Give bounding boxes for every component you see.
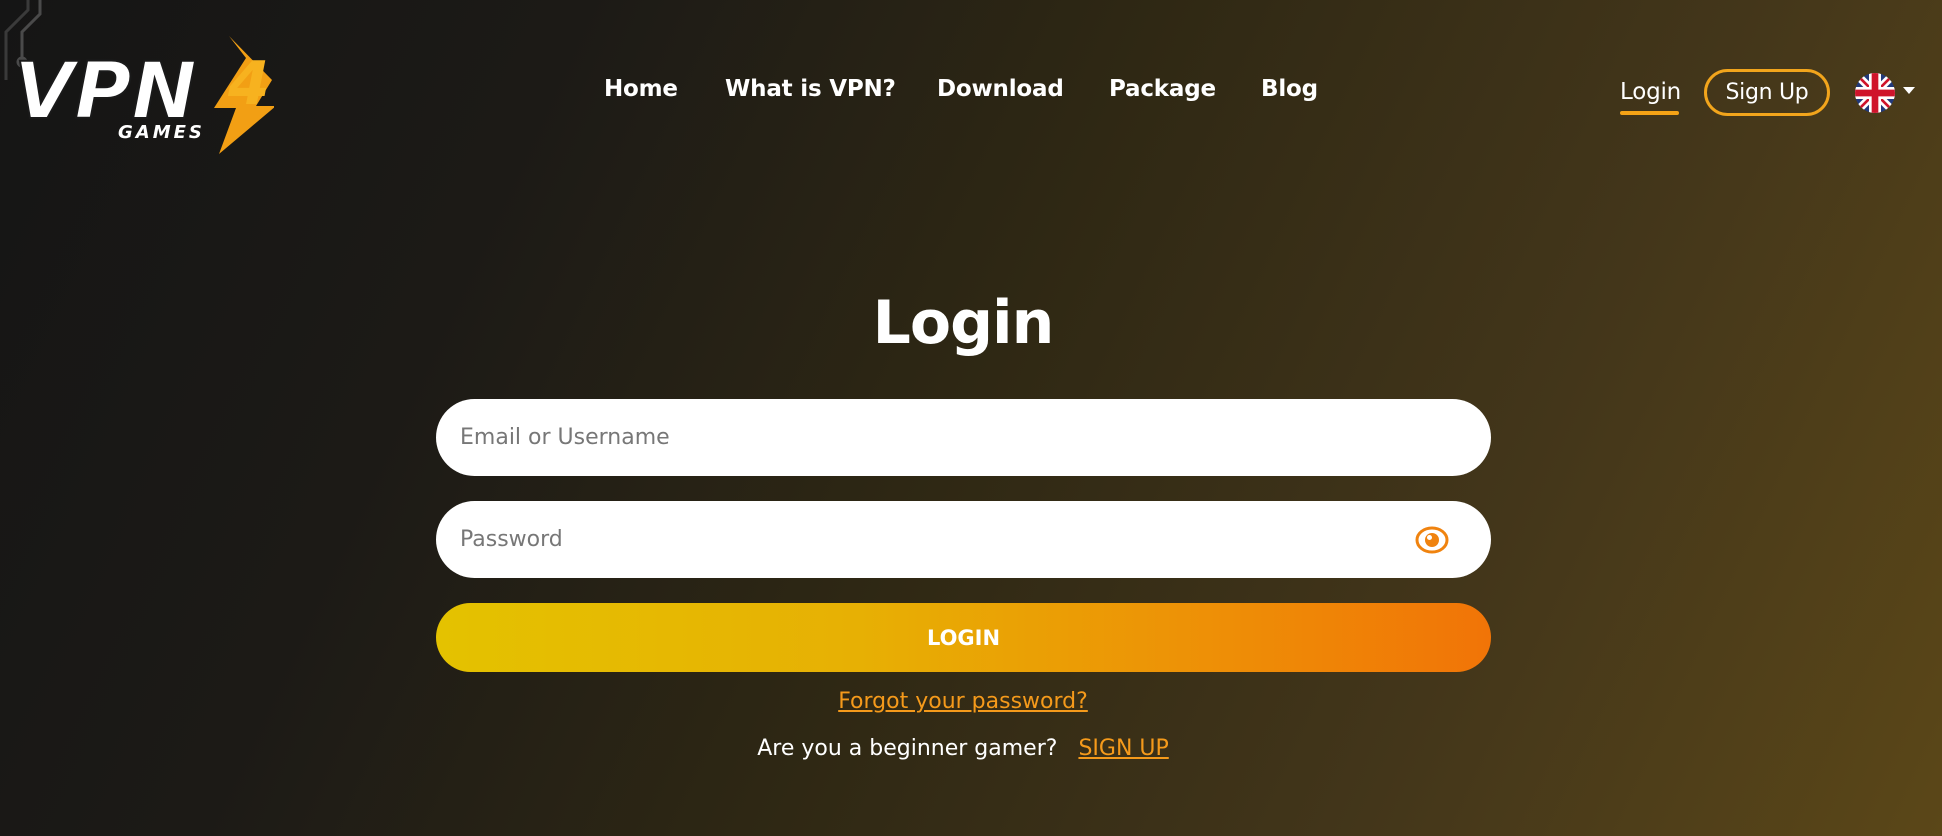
header-login-link[interactable]: Login — [1620, 79, 1681, 105]
signup-link[interactable]: SIGN UP — [1078, 736, 1168, 761]
password-field[interactable] — [436, 501, 1491, 578]
beginner-text: Are you a beginner gamer? — [757, 736, 1058, 761]
email-input[interactable] — [458, 424, 1469, 451]
nav-package[interactable]: Package — [1109, 76, 1216, 102]
nav-blog[interactable]: Blog — [1261, 76, 1318, 102]
nav-home[interactable]: Home — [604, 76, 678, 102]
login-submit-button[interactable]: LOGIN — [436, 603, 1491, 672]
password-input[interactable] — [458, 526, 1469, 553]
active-underline — [1620, 111, 1679, 115]
caret-down-icon — [1903, 87, 1915, 94]
language-selector[interactable] — [1855, 73, 1919, 115]
nav-what-is-vpn[interactable]: What is VPN? — [725, 76, 896, 102]
page-title: Login — [872, 288, 1055, 358]
logo-subtext: GAMES — [118, 122, 205, 143]
header-signup-button[interactable]: Sign Up — [1704, 69, 1830, 116]
beginner-prompt: Are you a beginner gamer? SIGN UP — [0, 736, 1926, 761]
eye-icon[interactable] — [1415, 525, 1449, 555]
forgot-password-link[interactable]: Forgot your password? — [0, 689, 1926, 714]
signup-button-label: Sign Up — [1725, 80, 1809, 105]
nav-download[interactable]: Download — [937, 76, 1064, 102]
email-field[interactable] — [436, 399, 1491, 476]
login-submit-label: LOGIN — [926, 625, 1001, 650]
uk-flag-icon — [1855, 73, 1895, 113]
